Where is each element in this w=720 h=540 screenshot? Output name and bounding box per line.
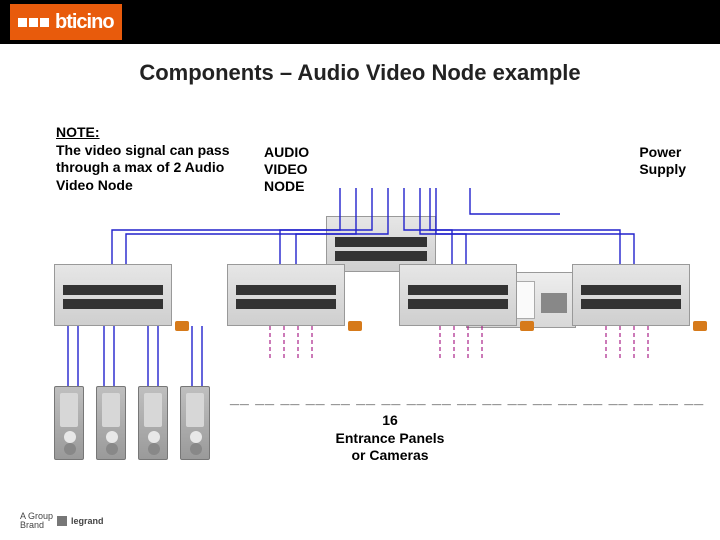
- placeholder-dashes: __ __ __ __ __ __ __ __ __ __ __ __ __ _…: [230, 390, 704, 408]
- placeholder-count: 16: [300, 412, 480, 430]
- logo-square-icon: [40, 18, 49, 27]
- entrance-panel: [96, 386, 126, 460]
- mid-node-row: [54, 264, 690, 326]
- av-node-3: [399, 264, 517, 326]
- footer-legrand: legrand: [71, 516, 104, 526]
- connector-icon: [520, 321, 534, 331]
- footer-brand: A Group Brand legrand: [20, 512, 104, 530]
- note-body: The video signal can pass through a max …: [56, 142, 230, 193]
- placeholder-caption: 16 Entrance Panels or Cameras: [300, 412, 480, 465]
- brand-text: bticino: [55, 11, 114, 34]
- note-block: NOTE: The video signal can pass through …: [56, 124, 256, 194]
- entrance-panel: [138, 386, 168, 460]
- legrand-icon: [57, 516, 67, 526]
- audio-video-node-label: AUDIO VIDEO NODE: [264, 144, 309, 194]
- connector-icon: [693, 321, 707, 331]
- entrance-panel: [180, 386, 210, 460]
- footer-line2: Brand: [20, 521, 53, 530]
- connector-icon: [175, 321, 189, 331]
- note-heading: NOTE:: [56, 124, 256, 142]
- entrance-panel: [54, 386, 84, 460]
- av-node-1: [54, 264, 172, 326]
- placeholder-text: Entrance Panels or Cameras: [300, 430, 480, 465]
- av-node-2: [227, 264, 345, 326]
- brand-logo: bticino: [10, 4, 122, 40]
- header-bar: bticino: [0, 0, 720, 44]
- power-supply-label: Power Supply: [639, 144, 686, 178]
- logo-square-icon: [29, 18, 38, 27]
- entrance-panel-row: [54, 386, 210, 460]
- connector-icon: [348, 321, 362, 331]
- page-title: Components – Audio Video Node example: [0, 60, 720, 86]
- av-node-4: [572, 264, 690, 326]
- logo-square-icon: [18, 18, 27, 27]
